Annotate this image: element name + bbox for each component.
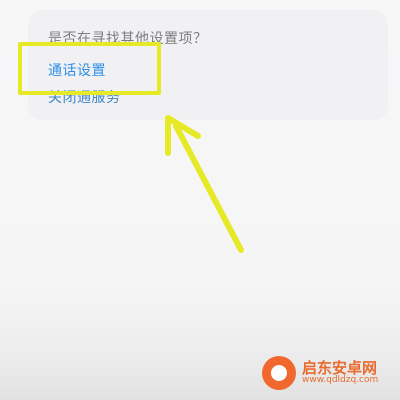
- watermark-url: www.qdldzq.com: [302, 375, 379, 386]
- watermark-name: 启东安卓网: [302, 358, 378, 377]
- annotation-arrow-icon: [165, 115, 244, 253]
- watermark: 启东安卓网 www.qdldzq.com: [262, 356, 378, 390]
- watermark-logo-icon: [262, 356, 296, 390]
